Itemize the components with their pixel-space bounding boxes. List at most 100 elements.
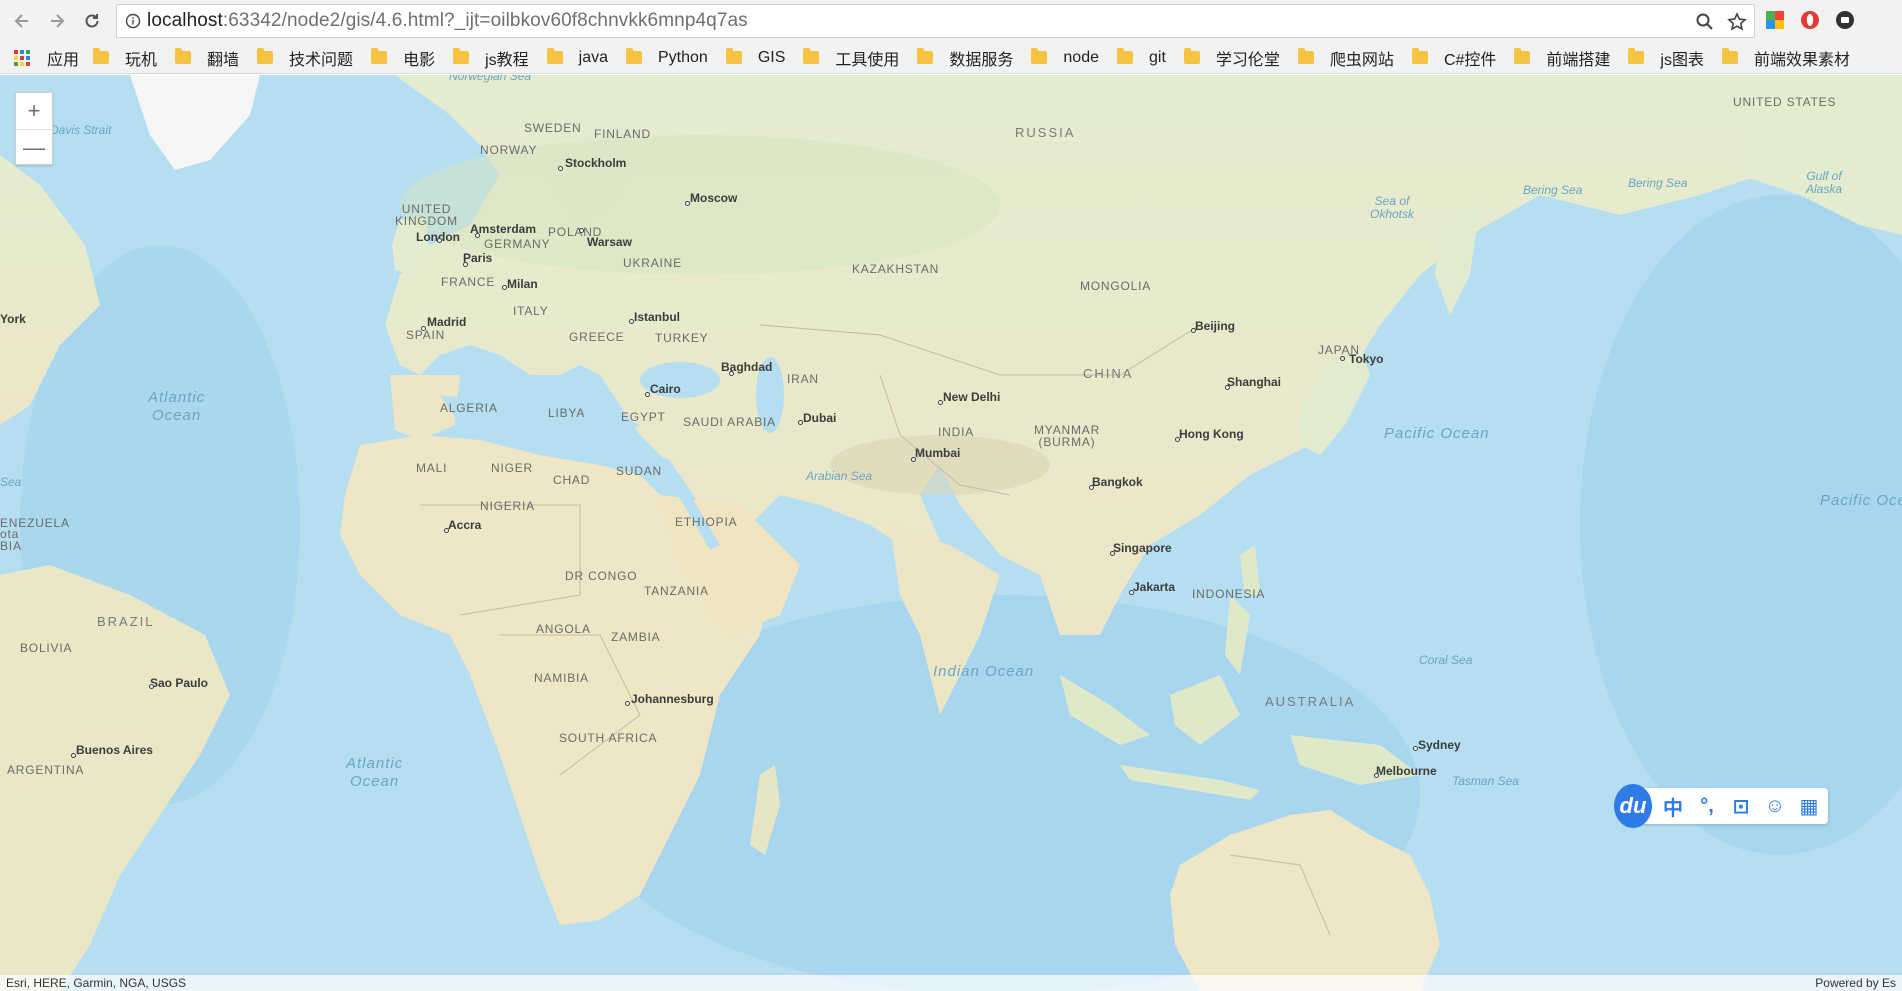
extension-record-icon[interactable] (1834, 9, 1856, 31)
bookmark-folder-17[interactable]: 前端效果素材 (1721, 46, 1850, 70)
city-label-madrid: Madrid (427, 315, 467, 329)
country-label-saudi: SAUDI ARABIA (683, 415, 776, 429)
country-label-myanmar: MYANMAR (BURMA) (1034, 423, 1101, 449)
bookmark-folder-15[interactable]: 前端搭建 (1514, 46, 1610, 70)
country-label-turkey: TURKEY (655, 331, 709, 345)
zoom-out-button[interactable]: — (16, 129, 52, 165)
zoom-search-icon[interactable] (1694, 11, 1716, 33)
bookmark-folder-16[interactable]: js图表 (1628, 46, 1704, 70)
water-label-norwegian: Norwegian Sea (449, 75, 532, 83)
url-text[interactable]: localhost:63342/node2/gis/4.6.html?_ijt=… (147, 10, 748, 32)
bookmark-label: GIS (757, 48, 786, 66)
bookmark-folder-5[interactable]: java (546, 48, 608, 67)
folder-icon (93, 48, 110, 64)
apps-grid-icon[interactable] (14, 49, 30, 66)
city-marker-icon (1340, 356, 1345, 361)
country-label-libya: LIBYA (548, 406, 586, 420)
bookmark-folder-11[interactable]: git (1117, 48, 1166, 67)
attribution-text: Esri, HERE, Garmin, NGA, USGS (6, 976, 187, 990)
bookmark-folder-10[interactable]: node (1031, 48, 1099, 67)
address-bar[interactable]: localhost:63342/node2/gis/4.6.html?_ijt=… (116, 4, 1755, 38)
country-label-indonesia: INDONESIA (1192, 587, 1266, 601)
folder-icon (546, 48, 563, 64)
city-marker-icon (685, 201, 690, 206)
zoom-in-button[interactable]: + (16, 93, 52, 129)
country-label-tanzania: TANZANIA (644, 584, 709, 598)
bookmark-label: 数据服务 (949, 51, 1014, 69)
city-marker-icon (149, 684, 154, 689)
water-label-coral: Coral Sea (1419, 653, 1473, 667)
map-attribution: Esri, HERE, Garmin, NGA, USGS Powered by… (0, 975, 1902, 991)
folder-icon (1411, 48, 1428, 64)
ime-tool-0-icon[interactable]: 中 (1662, 792, 1684, 821)
city-marker-icon (1110, 551, 1115, 556)
ime-tool-1-icon[interactable]: °, (1696, 795, 1718, 818)
water-label-okhotsk: Sea of Okhotsk (1370, 194, 1415, 221)
folder-icon (257, 48, 274, 64)
country-label-chad: CHAD (553, 473, 591, 487)
country-label-algeria: ALGERIA (440, 401, 498, 415)
bookmark-folder-14[interactable]: C#控件 (1411, 46, 1497, 70)
country-label-australia: AUSTRALIA (1265, 694, 1356, 709)
folder-icon (803, 48, 820, 64)
city-label-istanbul: Istanbul (634, 310, 681, 324)
bookmark-label: 工具使用 (835, 51, 900, 69)
country-label-sudan: SUDAN (616, 464, 663, 478)
city-label-bangkok: Bangkok (1092, 475, 1143, 489)
water-label-alaska: Gulf of Alaska (1806, 169, 1843, 196)
country-label-mongolia: MONGOLIA (1080, 279, 1152, 293)
country-label-italy: ITALY (513, 304, 549, 318)
folder-icon (1297, 48, 1314, 64)
extension-colorful-icon[interactable] (1764, 9, 1786, 31)
ime-tool-2-icon[interactable]: ⊡ (1730, 794, 1752, 819)
bookmark-folder-7[interactable]: GIS (725, 48, 786, 67)
country-label-namibia: NAMIBIA (534, 671, 589, 685)
folder-icon (1628, 48, 1645, 64)
folder-icon (1183, 48, 1200, 64)
country-label-mali: MALI (416, 461, 448, 475)
info-icon[interactable] (125, 13, 141, 29)
bookmark-folder-13[interactable]: 爬虫网站 (1297, 46, 1394, 70)
city-marker-icon (1374, 773, 1379, 778)
bookmark-label: 前端搭建 (1546, 51, 1611, 69)
city-label-sydney: Sydney (1418, 738, 1461, 752)
city-marker-icon (1089, 485, 1094, 490)
forward-button[interactable] (45, 9, 69, 33)
ime-tool-4-icon[interactable]: ▦ (1798, 794, 1820, 819)
back-button[interactable] (10, 9, 34, 33)
folder-icon (1514, 48, 1531, 64)
bookmark-folder-4[interactable]: js教程 (453, 46, 529, 70)
city-label-melbourne: Melbourne (1376, 764, 1437, 778)
country-label-bia: BIA (0, 539, 22, 553)
bookmark-folder-2[interactable]: 技术问题 (257, 46, 353, 70)
url-host: localhost (147, 10, 223, 31)
city-marker-icon (629, 319, 634, 324)
folder-icon (1117, 48, 1133, 64)
city-marker-icon (1191, 328, 1196, 333)
city-marker-icon (475, 233, 480, 238)
city-label-mumbai: Mumbai (915, 446, 961, 460)
country-label-ukraine: UKRAINE (623, 256, 682, 270)
bookmark-star-icon[interactable] (1726, 11, 1748, 33)
bookmark-folder-6[interactable]: Python (626, 48, 708, 67)
bookmark-folder-8[interactable]: 工具使用 (803, 46, 899, 70)
country-label-nigeria: NIGERIA (480, 499, 535, 513)
city-marker-icon (579, 228, 584, 233)
bookmark-folder-3[interactable]: 电影 (371, 46, 435, 70)
city-label-moscow: Moscow (690, 191, 738, 205)
map-view[interactable]: RUSSIA KAZAKHSTAN MONGOLIA CHINA INDIA IRAN SA… (0, 75, 1902, 991)
powered-by-link[interactable]: Powered by Es (1815, 976, 1896, 990)
country-label-iran: IRAN (787, 372, 819, 386)
ime-tool-3-icon[interactable]: ☺ (1764, 795, 1786, 818)
bookmark-folder-12[interactable]: 学习伦堂 (1183, 46, 1280, 70)
bookmark-folder-1[interactable]: 翻墙 (175, 46, 239, 70)
bookmark-label: C#控件 (1443, 51, 1497, 69)
baidu-ime-logo[interactable]: du (1614, 784, 1652, 828)
extension-opera-icon[interactable] (1799, 9, 1821, 31)
bookmark-apps[interactable]: 应用 (47, 46, 79, 70)
reload-button[interactable] (80, 9, 104, 33)
country-label-usa: UNITED STATES (1733, 95, 1837, 109)
water-label-arabian: Arabian Sea (806, 469, 873, 483)
bookmark-folder-0[interactable]: 玩机 (93, 46, 157, 70)
bookmark-folder-9[interactable]: 数据服务 (917, 46, 1013, 70)
